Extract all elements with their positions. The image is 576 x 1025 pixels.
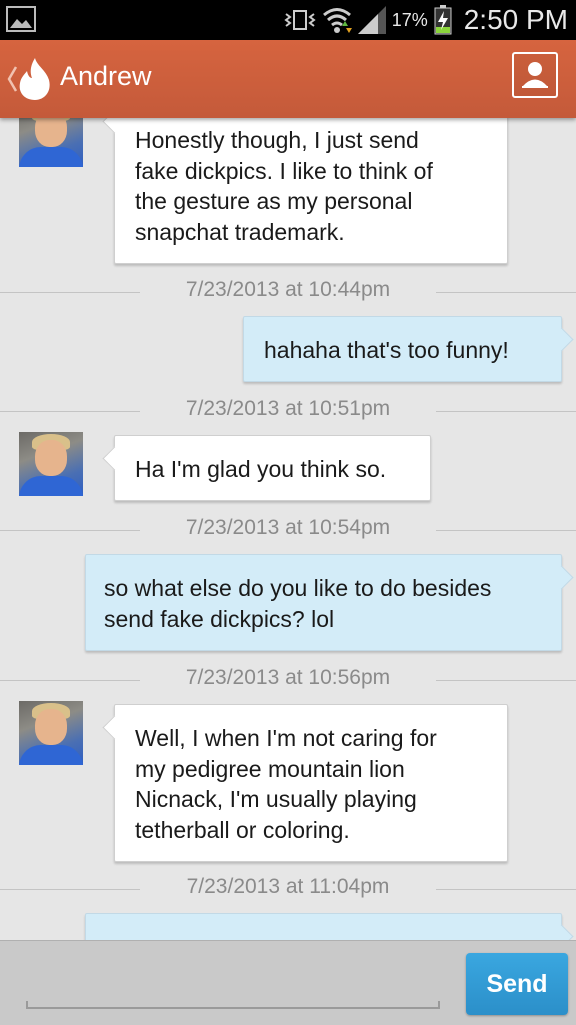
message-text: Ha I'm glad you think so. bbox=[135, 456, 387, 482]
message-list[interactable]: Honestly though, I just send fake dickpi… bbox=[0, 118, 576, 940]
message-timestamp: 7/23/2013 at 10:56pm bbox=[0, 666, 576, 696]
flame-icon[interactable] bbox=[16, 56, 54, 102]
battery-percentage: 17% bbox=[391, 9, 428, 30]
message-timestamp: 7/23/2013 at 10:51pm bbox=[0, 397, 576, 427]
battery-charging-icon bbox=[434, 5, 452, 35]
timestamp-text: 7/23/2013 at 11:04pm bbox=[186, 875, 390, 898]
incoming-message-bubble[interactable]: Ha I'm glad you think so. bbox=[102, 435, 431, 501]
contact-button[interactable] bbox=[512, 52, 558, 98]
timestamp-text: 7/23/2013 at 10:54pm bbox=[185, 516, 391, 539]
message-timestamp: 7/23/2013 at 10:54pm bbox=[0, 516, 576, 546]
contact-icon bbox=[522, 62, 548, 88]
message-input[interactable] bbox=[26, 961, 440, 1009]
message-timestamp: 7/23/2013 at 11:04pm bbox=[0, 875, 576, 905]
avatar[interactable] bbox=[19, 118, 83, 167]
message-text: Honestly though, I just send fake dickpi… bbox=[135, 127, 433, 245]
message-timestamp: 7/23/2013 at 10:44pm bbox=[0, 278, 576, 308]
message-text: Well, I when I'm not caring for my pedig… bbox=[135, 725, 437, 843]
avatar[interactable] bbox=[19, 432, 83, 496]
send-button[interactable]: Send bbox=[466, 953, 568, 1015]
avatar[interactable] bbox=[19, 701, 83, 765]
timestamp-text: 7/23/2013 at 10:44pm bbox=[185, 278, 391, 301]
incoming-message-bubble[interactable]: Well, I when I'm not caring for my pedig… bbox=[102, 704, 508, 862]
conversation-title[interactable]: Andrew bbox=[60, 61, 152, 92]
app-header: Andrew bbox=[0, 40, 576, 118]
outgoing-message-bubble[interactable] bbox=[85, 913, 574, 940]
timestamp-text: 7/23/2013 at 10:51pm bbox=[185, 397, 391, 420]
image-icon bbox=[6, 6, 36, 32]
signal-icon bbox=[357, 6, 386, 34]
wifi-icon bbox=[322, 8, 352, 33]
message-text: so what else do you like to do besides s… bbox=[104, 575, 492, 632]
vibrate-icon bbox=[284, 10, 316, 30]
status-bar: 17% 2:50 PM bbox=[0, 0, 576, 40]
timestamp-text: 7/23/2013 at 10:56pm bbox=[185, 666, 391, 689]
clock: 2:50 PM bbox=[463, 4, 568, 35]
compose-bar: Send bbox=[0, 940, 576, 1025]
outgoing-message-bubble[interactable]: hahaha that's too funny! bbox=[243, 316, 574, 382]
incoming-message-bubble[interactable]: Honestly though, I just send fake dickpi… bbox=[102, 118, 508, 264]
outgoing-message-bubble[interactable]: so what else do you like to do besides s… bbox=[85, 554, 574, 651]
message-text: hahaha that's too funny! bbox=[264, 337, 509, 363]
